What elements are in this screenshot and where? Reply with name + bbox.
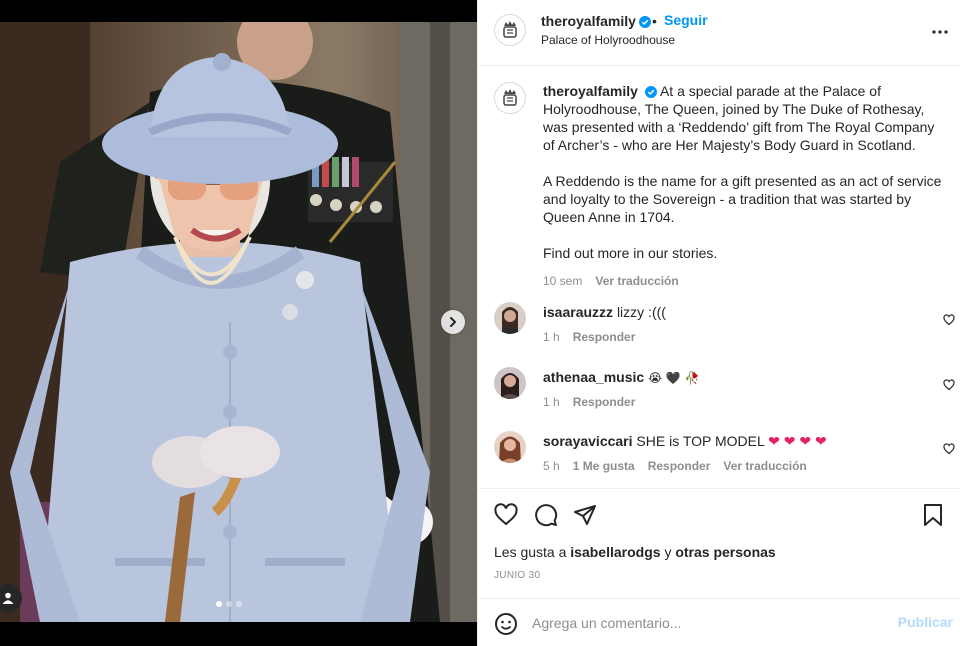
carousel-dot (226, 601, 232, 607)
user-photo-icon (494, 431, 526, 463)
comment-body: lizzy :((( (616, 304, 666, 320)
comment-time: 1 h (543, 395, 560, 409)
caption-meta: 10 sem Ver traducción (543, 272, 948, 290)
verified-badge-icon (644, 86, 657, 98)
caption-paragraph-1: theroyalfamily At a special parade at th… (543, 82, 948, 154)
avatar[interactable] (494, 14, 526, 46)
other-likers-link[interactable]: otras personas (675, 544, 775, 560)
likes-prefix: Les gusta a (494, 544, 567, 560)
post-header: theroyalfamily • Seguir Palace of Holyro… (478, 0, 960, 66)
comment-hearts: ❤ ❤ ❤ ❤ (768, 433, 827, 449)
caption-time: 10 sem (543, 274, 583, 288)
reply-button[interactable]: Responder (573, 330, 636, 344)
caption-username[interactable]: theroyalfamily (543, 83, 638, 99)
reply-button[interactable]: Responder (648, 459, 711, 473)
heart-icon (943, 443, 955, 455)
emoji-picker-button[interactable] (494, 612, 518, 639)
post-comment-button[interactable]: Publicar (898, 614, 953, 630)
follow-button[interactable]: Seguir (664, 12, 708, 28)
heart-icon (943, 314, 955, 326)
share-button[interactable] (573, 503, 597, 530)
avatar[interactable] (494, 367, 526, 399)
see-translation-button[interactable]: Ver traducción (595, 272, 678, 290)
post-photo[interactable] (0, 22, 477, 622)
header-username-text: theroyalfamily (541, 13, 636, 29)
avatar[interactable] (494, 431, 526, 463)
share-icon (574, 505, 596, 525)
comment-meta: 1 h Responder (543, 330, 635, 344)
verified-badge-icon (638, 16, 651, 28)
photo-illustration (0, 22, 477, 622)
comment-button[interactable] (534, 503, 558, 530)
likes-summary: Les gusta a isabellarodgs y otras person… (494, 544, 776, 560)
carousel-dot (216, 601, 222, 607)
comment-item: athenaa_music 😭 🖤 🥀 1 h Responder (494, 367, 960, 417)
reply-button[interactable]: Responder (573, 395, 636, 409)
comment-username[interactable]: athenaa_music (543, 369, 644, 385)
more-options-button[interactable] (932, 21, 948, 37)
comment-username[interactable]: sorayaviccari (543, 433, 633, 449)
carousel-indicator (216, 601, 242, 607)
see-translation-button[interactable]: Ver traducción (723, 459, 806, 473)
comment-time: 1 h (543, 330, 560, 344)
post-details-panel: theroyalfamily • Seguir Palace of Holyro… (477, 0, 960, 646)
avatar[interactable] (494, 302, 526, 334)
bookmark-icon (924, 504, 942, 526)
likes-joiner: y (664, 544, 672, 560)
chevron-right-icon (450, 317, 456, 327)
comment-text: athenaa_music 😭 🖤 🥀 (543, 369, 700, 385)
comment-like-button[interactable] (943, 442, 955, 458)
user-photo-icon (494, 367, 526, 399)
location-link[interactable]: Palace of Holyroodhouse (541, 33, 675, 47)
more-options-icon (932, 30, 948, 34)
comments-section[interactable]: theroyalfamily At a special parade at th… (478, 66, 960, 488)
carousel-dot (236, 601, 242, 607)
emoji-icon (495, 613, 517, 635)
comment-username[interactable]: isaarauzzz (543, 304, 613, 320)
like-button[interactable] (494, 503, 518, 530)
save-button[interactable] (921, 503, 945, 530)
comment-input[interactable] (532, 611, 882, 635)
post-date[interactable]: JUNIO 30 (494, 570, 540, 581)
comment-like-button[interactable] (943, 313, 955, 329)
comment-like-button[interactable] (943, 378, 955, 394)
comment-text: isaarauzzz lizzy :((( (543, 304, 666, 320)
royal-crest-icon (503, 89, 517, 106)
comment-body: SHE is TOP MODEL (636, 433, 765, 449)
caption-avatar[interactable] (494, 82, 526, 114)
comment-item: isaarauzzz lizzy :((( 1 h Responder (494, 302, 960, 352)
header-username[interactable]: theroyalfamily (541, 13, 651, 29)
heart-icon (943, 379, 955, 391)
comment-meta: 5 h 1 Me gusta Responder Ver traducción (543, 459, 807, 473)
caption-paragraph-3: Find out more in our stories. (543, 245, 718, 261)
royal-crest-icon (503, 21, 517, 38)
comment-body: 😭 🖤 🥀 (648, 371, 700, 385)
comment-likes-count[interactable]: 1 Me gusta (573, 459, 635, 473)
caption-body: theroyalfamily At a special parade at th… (543, 82, 948, 290)
comment-icon (535, 504, 558, 527)
post-media (0, 0, 477, 646)
comment-text: sorayaviccari SHE is TOP MODEL ❤ ❤ ❤ ❤ (543, 433, 827, 450)
comment-item: sorayaviccari SHE is TOP MODEL ❤ ❤ ❤ ❤ 5… (494, 431, 960, 481)
carousel-next-button[interactable] (441, 310, 465, 334)
heart-icon (494, 503, 518, 526)
comment-time: 5 h (543, 459, 560, 473)
add-comment-bar: Publicar (478, 598, 960, 646)
header-separator: • (652, 13, 657, 29)
post-actions: Les gusta a isabellarodgs y otras person… (478, 488, 960, 598)
caption-paragraph-2: A Reddendo is the name for a gift presen… (543, 173, 942, 225)
liker-username[interactable]: isabellarodgs (570, 544, 660, 560)
comment-meta: 1 h Responder (543, 395, 635, 409)
user-photo-icon (494, 302, 526, 334)
user-tag-icon (2, 592, 14, 604)
